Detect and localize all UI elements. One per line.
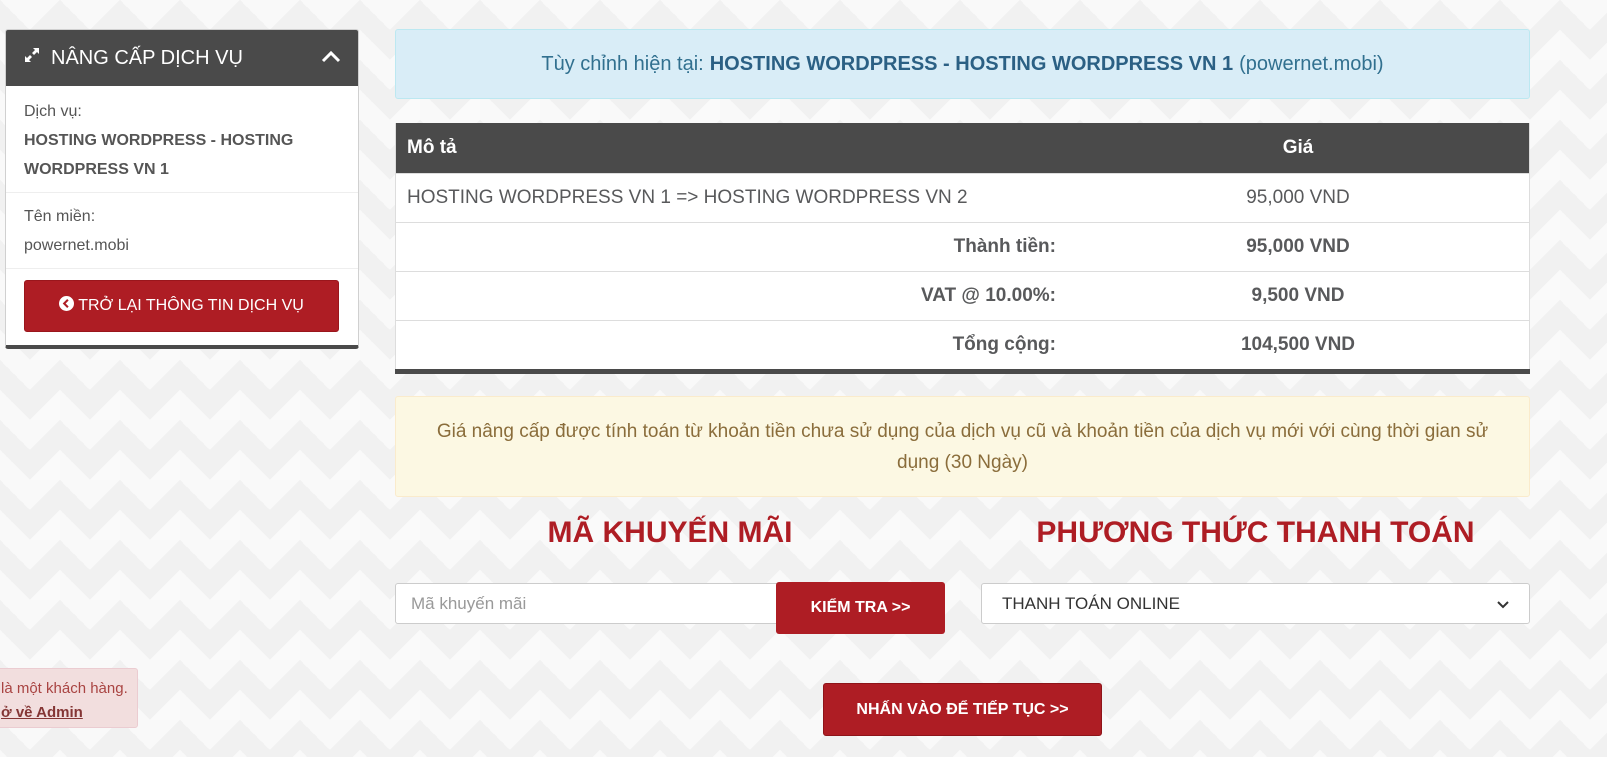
total-label: Tổng cộng: — [395, 320, 1067, 372]
payment-method-title: PHƯƠNG THỨC THANH TOÁN — [1036, 516, 1475, 549]
table-row: Thành tiền: 95,000 VND — [395, 222, 1530, 272]
vat-label: VAT @ 10.00%: — [395, 271, 1067, 321]
back-to-service-button[interactable]: TRỞ LẠI THÔNG TIN DỊCH VỤ — [24, 280, 339, 332]
upgrade-sidebar: NÂNG CẤP DỊCH VỤ Dịch vụ: HOSTING WORDPR… — [5, 29, 359, 349]
check-promo-button[interactable]: KIỂM TRA >> — [776, 582, 945, 634]
payment-method-selected: THANH TOÁN ONLINE — [1002, 593, 1180, 613]
current-config-info: Tùy chỉnh hiện tại: HOSTING WORDPRESS - … — [395, 29, 1530, 99]
back-button-label: TRỞ LẠI THÔNG TIN DỊCH VỤ — [78, 297, 304, 314]
arrow-circle-left-icon — [59, 296, 75, 316]
sidebar-title: NÂNG CẤP DỊCH VỤ — [51, 46, 243, 69]
service-value: HOSTING WORDPRESS - HOSTING WORDPRESS VN… — [24, 132, 294, 178]
table-row: HOSTING WORDPRESS VN 1 => HOSTING WORDPR… — [395, 173, 1530, 223]
info-prefix: Tùy chỉnh hiện tại: — [541, 52, 704, 75]
total-value: 104,500 VND — [1067, 320, 1530, 372]
subtotal-value: 95,000 VND — [1067, 222, 1530, 272]
expand-icon — [23, 46, 41, 70]
table-row: VAT @ 10.00%: 9,500 VND — [395, 271, 1530, 321]
column-header-description: Mô tả — [395, 123, 1067, 174]
chevron-up-icon[interactable] — [321, 47, 341, 70]
domain-section: Tên miền: powernet.mobi — [6, 193, 358, 260]
sidebar-header[interactable]: NÂNG CẤP DỊCH VỤ — [6, 30, 358, 86]
item-description: HOSTING WORDPRESS VN 1 => HOSTING WORDPR… — [395, 173, 1067, 223]
payment-method-select[interactable]: THANH TOÁN ONLINE — [981, 583, 1530, 624]
subtotal-label: Thành tiền: — [395, 222, 1067, 272]
domain-label: Tên miền: — [24, 208, 96, 225]
service-label: Dịch vụ: — [24, 103, 82, 120]
table-row: Tổng cộng: 104,500 VND — [395, 320, 1530, 372]
domain-value: powernet.mobi — [24, 237, 129, 254]
promo-code-input[interactable] — [395, 583, 778, 624]
service-section: Dịch vụ: HOSTING WORDPRESS - HOSTING WOR… — [6, 86, 358, 184]
continue-button[interactable]: NHẤN VÀO ĐỂ TIẾP TỤC >> — [823, 683, 1102, 736]
info-domain: (powernet.mobi) — [1239, 52, 1384, 75]
promo-title: MÃ KHUYẾN MÃI — [547, 516, 793, 549]
chevron-down-icon — [1497, 596, 1509, 612]
item-price: 95,000 VND — [1067, 173, 1530, 223]
return-to-admin-link[interactable]: ở về Admin — [1, 704, 83, 721]
upgrade-price-table: Mô tả Giá HOSTING WORDPRESS VN 1 => HOST… — [395, 123, 1530, 374]
upgrade-price-notice: Giá nâng cấp được tính toán từ khoản tiề… — [395, 396, 1530, 497]
column-header-price: Giá — [1067, 123, 1530, 174]
info-product: HOSTING WORDPRESS - HOSTING WORDPRESS VN… — [709, 52, 1234, 75]
admin-note-text: là một khách hàng. — [1, 680, 128, 697]
vat-value: 9,500 VND — [1067, 271, 1530, 321]
admin-impersonation-notice: là một khách hàng. ở về Admin — [0, 668, 138, 728]
